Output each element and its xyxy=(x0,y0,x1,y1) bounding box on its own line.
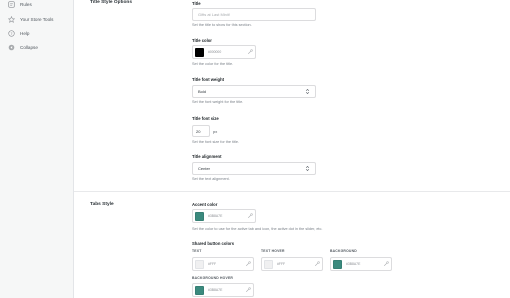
background-hover-color-swatch xyxy=(195,285,204,295)
alignment-label: Title alignment xyxy=(192,154,222,159)
text-hover-color-hex: #FFF xyxy=(277,262,286,266)
sidebar-item-label: Help xyxy=(20,31,30,36)
svg-text:?: ? xyxy=(10,31,12,36)
eyedropper-icon xyxy=(247,49,253,55)
background-color-label: BACKGROUND xyxy=(330,249,357,253)
sidebar-item-label: Collapse xyxy=(20,45,38,50)
title-color-label: Title color xyxy=(192,38,212,43)
accent-color-picker[interactable]: #3B8A7E xyxy=(192,209,256,223)
admin-sidebar: Rules Your Store Tools ? Help Collapse xyxy=(0,0,74,298)
sidebar-item-rules[interactable]: Rules xyxy=(8,1,32,8)
eyedropper-icon xyxy=(383,261,389,267)
sidebar-item-label: Rules xyxy=(20,2,32,7)
alignment-select[interactable]: Center xyxy=(192,162,316,175)
eyedropper-icon xyxy=(314,261,320,267)
sidebar-item-collapse[interactable]: Collapse xyxy=(8,44,38,51)
font-weight-help: Set the font weight for the title. xyxy=(192,100,244,104)
title-input[interactable] xyxy=(192,8,316,21)
accent-color-swatch xyxy=(195,211,204,221)
title-label: Title xyxy=(192,1,201,6)
font-size-unit: px xyxy=(213,128,218,134)
font-size-field: px xyxy=(192,125,217,137)
text-hover-color-swatch xyxy=(264,259,273,269)
alignment-value: Center xyxy=(198,166,211,171)
font-weight-select[interactable]: Bold xyxy=(192,85,316,98)
text-hover-color-label: TEXT HOVER xyxy=(261,249,285,253)
text-color-label: TEXT xyxy=(192,249,202,253)
collapse-icon xyxy=(8,44,15,51)
title-color-help: Set the color for the title. xyxy=(192,62,234,66)
sidebar-item-label: Your Store Tools xyxy=(20,17,54,22)
settings-panel: Title Style Options Title Set the title … xyxy=(74,0,510,298)
eyedropper-icon xyxy=(247,213,253,219)
section-tabs-style: Tabs Style xyxy=(90,202,114,207)
section-title-style-options: Title Style Options xyxy=(90,0,133,5)
eyedropper-icon xyxy=(245,261,251,267)
sidebar-item-help[interactable]: ? Help xyxy=(8,30,29,37)
sidebar-item-your-store-tools[interactable]: Your Store Tools xyxy=(8,16,53,23)
accent-color-help: Set the color to use for the active tab … xyxy=(192,227,323,231)
title-color-picker[interactable]: #000000 xyxy=(192,45,256,59)
title-color-hex: #000000 xyxy=(208,50,222,54)
background-hover-color-picker[interactable]: #3B8A7E xyxy=(192,283,254,297)
font-size-label: Title font size xyxy=(192,116,219,121)
background-color-picker[interactable]: #3B8A7E xyxy=(330,257,392,271)
rules-icon xyxy=(8,1,15,8)
background-color-hex: #3B8A7E xyxy=(346,262,361,266)
alignment-help: Set the text alignment. xyxy=(192,177,230,181)
font-size-input[interactable] xyxy=(192,125,210,137)
background-hover-color-label: BACKGROUND HOVER xyxy=(192,276,234,280)
font-weight-label: Title font weight xyxy=(192,77,225,82)
shared-colors-label: Shared button colors xyxy=(192,241,235,246)
text-hover-color-picker[interactable]: #FFF xyxy=(261,257,323,271)
text-color-hex: #FFF xyxy=(208,262,217,266)
title-help: Set the title to show for this section. xyxy=(192,23,252,27)
background-hover-color-hex: #3B8A7E xyxy=(208,288,223,292)
text-color-swatch xyxy=(195,259,204,269)
title-color-swatch xyxy=(195,47,204,57)
background-color-swatch xyxy=(333,259,342,269)
select-arrows-icon xyxy=(305,166,310,171)
eyedropper-icon xyxy=(245,287,251,293)
accent-color-label: Accent color xyxy=(192,202,218,207)
star-icon xyxy=(8,16,15,23)
text-color-picker[interactable]: #FFF xyxy=(192,257,254,271)
font-size-help: Set the font size for the title. xyxy=(192,140,240,144)
accent-color-hex: #3B8A7E xyxy=(208,214,223,218)
help-icon: ? xyxy=(8,30,15,37)
select-arrows-icon xyxy=(305,89,310,94)
font-weight-value: Bold xyxy=(198,89,207,94)
section-divider xyxy=(74,191,510,192)
